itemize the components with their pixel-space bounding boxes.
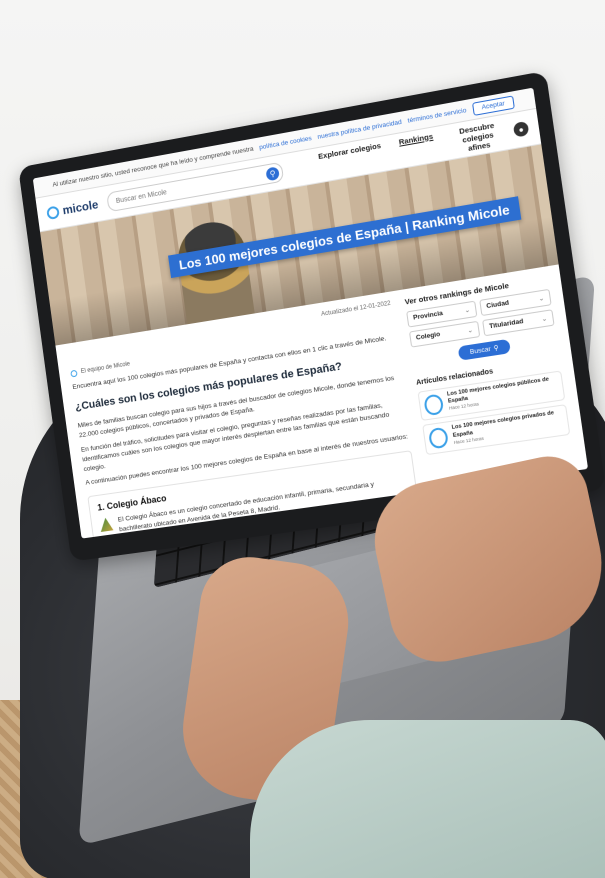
photo-scene: Al utilizar nuestro sitio, usted reconoc…	[0, 0, 605, 878]
user-icon[interactable]: ●	[512, 120, 530, 138]
micole-icon	[70, 369, 78, 378]
sleeve	[250, 720, 605, 878]
school-logo-icon	[99, 517, 114, 532]
author-name[interactable]: El equipo de Micole	[80, 360, 130, 376]
search-placeholder: Buscar en Micole	[115, 188, 168, 205]
buscar-button[interactable]: Buscar ⚲	[457, 338, 511, 361]
search-icon[interactable]: ⚲	[265, 165, 280, 181]
accept-button[interactable]: Aceptar	[471, 94, 515, 116]
site-logo[interactable]: micole	[46, 198, 99, 221]
chevron-down-icon: ⌄	[538, 294, 545, 303]
nav-rankings[interactable]: Rankings	[398, 131, 436, 164]
logo-icon	[46, 204, 60, 220]
nav-descubre[interactable]: Descubre colegios afines	[450, 119, 505, 155]
logo-text: micole	[61, 197, 100, 218]
chevron-down-icon: ⌄	[541, 315, 548, 324]
article-thumb-icon	[427, 426, 450, 450]
article-thumb-icon	[423, 393, 445, 416]
cookie-policy-link[interactable]: política de cookies	[259, 135, 312, 151]
search-icon: ⚲	[493, 344, 500, 353]
chevron-down-icon: ⌄	[466, 326, 474, 335]
terms-link[interactable]: términos de servicio	[407, 107, 467, 125]
chevron-down-icon: ⌄	[464, 306, 471, 315]
